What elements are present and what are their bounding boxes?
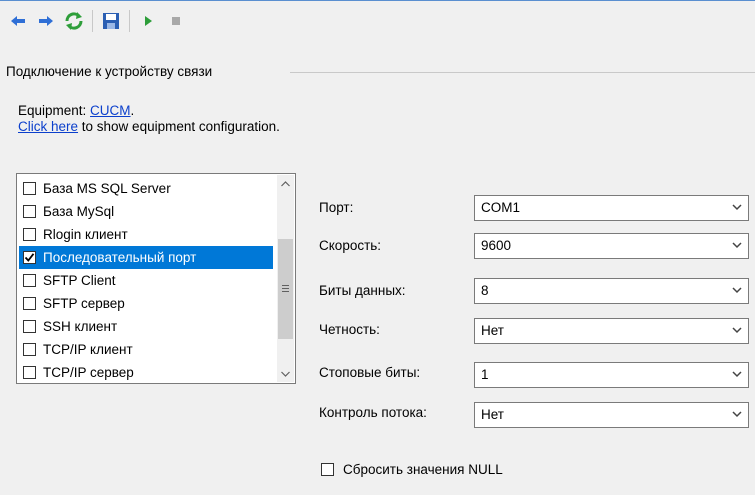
grip-line [282, 291, 289, 292]
arrow-right-icon [39, 16, 53, 26]
list-item-label: SSH клиент [43, 319, 118, 334]
scroll-up-button[interactable] [277, 175, 294, 192]
parity-select[interactable]: Нет [474, 318, 749, 344]
group-title: Подключение к устройству связи [6, 64, 213, 79]
list-item-label: TCP/IP сервер [43, 365, 134, 380]
refresh-icon [65, 12, 83, 30]
data-bits-value: 8 [481, 283, 489, 298]
show-config-link[interactable]: Click here [18, 119, 78, 134]
list-item-selected[interactable]: Последовательный порт [19, 246, 273, 269]
flow-control-label: Контроль потока: [319, 405, 427, 420]
stop-button[interactable] [164, 9, 188, 33]
scroll-down-button[interactable] [277, 365, 294, 382]
speed-value: 9600 [481, 238, 512, 253]
port-value: COM1 [481, 200, 521, 215]
chevron-down-icon [732, 242, 742, 249]
chevron-down-icon [732, 204, 742, 211]
port-select[interactable]: COM1 [474, 195, 749, 221]
grip-line [282, 288, 289, 289]
window-top-border [0, 0, 755, 1]
stop-icon [172, 17, 180, 25]
chevron-down-icon [281, 371, 290, 377]
checkbox[interactable] [23, 297, 36, 310]
list-item-label: SFTP Client [43, 273, 116, 288]
equipment-prefix: Equipment: [18, 103, 91, 118]
list-item[interactable]: Rlogin клиент [19, 223, 273, 246]
equipment-link[interactable]: CUCM [90, 103, 131, 118]
back-button[interactable] [6, 9, 30, 33]
checkbox[interactable] [23, 274, 36, 287]
list-item[interactable]: TCP/IP клиент [19, 338, 273, 361]
checkbox[interactable] [23, 205, 36, 218]
list-item[interactable]: SFTP Client [19, 269, 273, 292]
stop-bits-select[interactable]: 1 [474, 362, 749, 388]
flow-control-select[interactable]: Нет [474, 402, 749, 428]
data-bits-label: Биты данных: [319, 283, 406, 298]
checkbox[interactable] [23, 228, 36, 241]
chevron-down-icon [732, 287, 742, 294]
list-item-label: Rlogin клиент [43, 227, 128, 242]
equipment-info: Equipment: CUCM. Click here to show equi… [18, 103, 280, 135]
list-item-label: База MS SQL Server [43, 181, 171, 196]
refresh-button[interactable] [62, 9, 86, 33]
list-scrollbar[interactable] [277, 175, 294, 382]
chevron-down-icon [732, 371, 742, 378]
save-button[interactable] [99, 9, 123, 33]
list-item[interactable]: База MySql [19, 200, 273, 223]
flow-control-value: Нет [481, 407, 504, 422]
toolbar [6, 6, 192, 36]
grip-line [282, 285, 289, 286]
port-label: Порт: [319, 200, 354, 215]
list-item[interactable]: TCP/IP сервер [19, 361, 273, 384]
checkbox[interactable] [23, 343, 36, 356]
checkmark-icon [24, 253, 35, 262]
chevron-down-icon [732, 411, 742, 418]
show-config-text: to show equipment configuration. [78, 119, 280, 134]
toolbar-separator [92, 10, 93, 32]
toolbar-separator [129, 10, 130, 32]
list-item-label: SFTP сервер [43, 296, 125, 311]
list-item[interactable]: База MS SQL Server [19, 177, 273, 200]
arrow-left-icon [11, 16, 25, 26]
parity-label: Четность: [319, 322, 380, 337]
checkbox-checked[interactable] [23, 251, 36, 264]
start-button[interactable] [136, 9, 160, 33]
speed-select[interactable]: 9600 [474, 233, 749, 259]
forward-button[interactable] [34, 9, 58, 33]
scroll-thumb[interactable] [278, 239, 293, 339]
reset-null-option[interactable]: Сбросить значения NULL [321, 462, 503, 477]
list-item[interactable]: SSH клиент [19, 315, 273, 338]
save-icon [103, 13, 119, 29]
reset-null-checkbox[interactable] [321, 463, 334, 476]
reset-null-label: Сбросить значения NULL [343, 462, 503, 477]
chevron-up-icon [281, 180, 290, 186]
parity-value: Нет [481, 323, 504, 338]
checkbox[interactable] [23, 366, 36, 379]
checkbox[interactable] [23, 182, 36, 195]
group-divider [290, 72, 755, 73]
equipment-suffix: . [130, 103, 135, 118]
connection-type-list[interactable]: База MS SQL Server База MySql Rlogin кли… [16, 173, 296, 384]
list-item-label: TCP/IP клиент [43, 342, 133, 357]
stop-bits-label: Стоповые биты: [319, 365, 421, 380]
stop-bits-value: 1 [481, 367, 489, 382]
speed-label: Скорость: [319, 238, 382, 253]
list-item[interactable]: SFTP сервер [19, 292, 273, 315]
play-icon [145, 16, 152, 26]
chevron-down-icon [732, 327, 742, 334]
checkbox[interactable] [23, 320, 36, 333]
list-item-label: Последовательный порт [43, 250, 197, 265]
data-bits-select[interactable]: 8 [474, 278, 749, 304]
list-item-label: База MySql [43, 204, 115, 219]
